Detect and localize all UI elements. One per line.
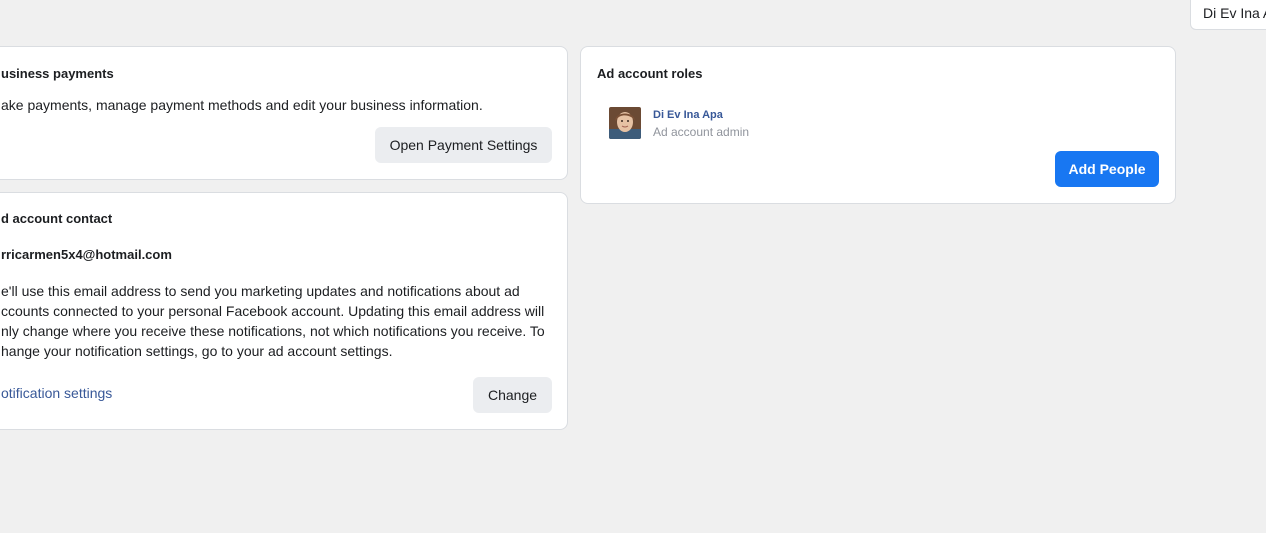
- account-switcher-label: Di Ev Ina A: [1203, 5, 1266, 21]
- contact-description-line: ccounts connected to your personal Faceb…: [1, 303, 545, 319]
- role-person-name[interactable]: Di Ev Ina Apa: [653, 109, 723, 121]
- ad-account-roles-title: Ad account roles: [597, 66, 703, 81]
- business-payments-description: ake payments, manage payment methods and…: [1, 97, 483, 113]
- account-switcher[interactable]: Di Ev Ina A: [1190, 0, 1266, 30]
- contact-description: e'll use this email address to send you …: [1, 281, 561, 361]
- change-email-button[interactable]: Change: [473, 377, 552, 413]
- ad-account-contact-title: d account contact: [1, 211, 113, 226]
- avatar-photo: [609, 107, 641, 139]
- ad-account-contact-card: d account contact rricarmen5x4@hotmail.c…: [0, 192, 568, 430]
- business-payments-card: usiness payments ake payments, manage pa…: [0, 46, 568, 180]
- user-avatar-icon[interactable]: [609, 107, 641, 139]
- add-people-button[interactable]: Add People: [1055, 151, 1159, 187]
- ad-account-roles-card: Ad account roles Di Ev Ina Apa Ad accoun…: [580, 46, 1176, 204]
- open-payment-settings-button[interactable]: Open Payment Settings: [375, 127, 552, 163]
- role-person-role: Ad account admin: [653, 125, 750, 139]
- contact-description-line: hange your notification settings, go to …: [1, 343, 393, 359]
- business-payments-title: usiness payments: [1, 66, 114, 81]
- contact-description-line: nly change where you receive these notif…: [1, 323, 545, 339]
- notification-settings-link[interactable]: otification settings: [1, 385, 112, 401]
- contact-email: rricarmen5x4@hotmail.com: [1, 247, 172, 262]
- contact-description-line: e'll use this email address to send you …: [1, 283, 520, 299]
